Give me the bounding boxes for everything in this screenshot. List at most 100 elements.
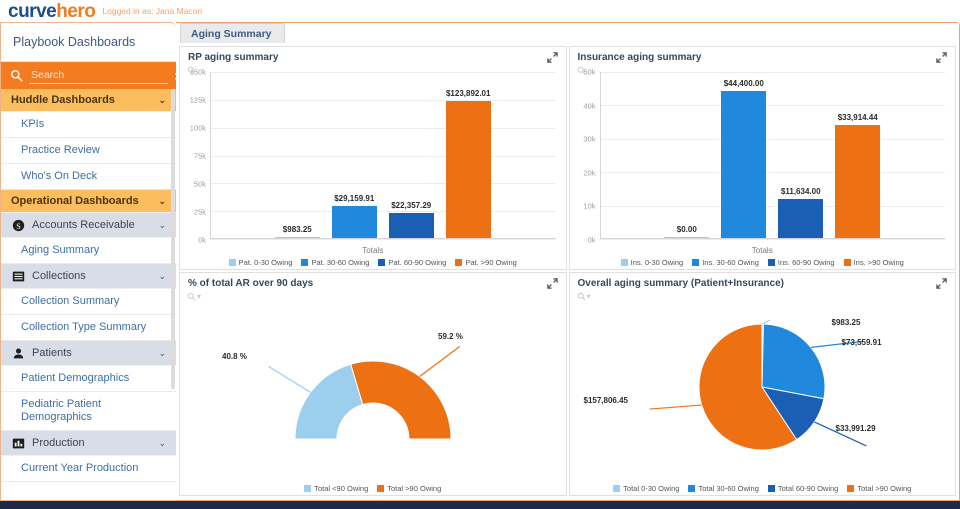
legend-swatch — [621, 259, 628, 266]
sidebar-item-pediatric-patient-demographics[interactable]: Pediatric Patient Demographics — [1, 392, 176, 431]
plot-insurance-aging: 0k10k20k30k40k50k$0.00$44,400.00$11,634.… — [600, 72, 946, 239]
slice-value-label: $33,991.29 — [836, 424, 876, 433]
bar-value-label: $29,159.91 — [334, 194, 374, 203]
dollar-icon: S — [11, 218, 25, 232]
legend-item[interactable]: Total >90 Owing — [847, 484, 911, 493]
sidebar-item-collection-type-summary[interactable]: Collection Type Summary — [1, 315, 176, 341]
bar[interactable]: $11,634.00 — [778, 199, 823, 238]
bar-group: $0.00 $44,400.00 $11,634.00 $33,914.44 — [600, 72, 946, 238]
bar[interactable]: $33,914.44 — [835, 125, 880, 238]
bar[interactable]: $29,159.91 — [332, 206, 377, 238]
sidebar-item-collection-summary[interactable]: Collection Summary — [1, 289, 176, 315]
legend-swatch — [377, 485, 384, 492]
legend-label: Ins. 60-90 Owing — [778, 258, 835, 267]
sidebar: Playbook Dashboards × Huddle Dashboards … — [0, 22, 176, 501]
expand-icon[interactable] — [547, 52, 558, 63]
bar-slot: $33,914.44 — [835, 72, 880, 238]
legend-item[interactable]: Total 60-90 Owing — [768, 484, 838, 493]
legend-item[interactable]: Ins. 60-90 Owing — [768, 258, 835, 267]
legend-item[interactable]: Total 0-30 Owing — [613, 484, 679, 493]
top-bar: curvehero Logged in as: Jana Macon — [0, 0, 960, 22]
legend-item[interactable]: Total <90 Owing — [304, 484, 368, 493]
legend-item[interactable]: Pat. 0-30 Owing — [229, 258, 293, 267]
sidebar-group-operational-dashboards[interactable]: Operational Dashboards ⌄ — [1, 190, 176, 213]
bar-slot: $22,357.29 — [389, 72, 434, 238]
half-donut-chart: Total <90 Owing: 40.8 %Total >90 Owing: … — [193, 321, 553, 453]
sidebar-item-current-year-production[interactable]: Current Year Production — [1, 456, 176, 482]
slice-value-label: $983.25 — [832, 318, 861, 327]
card-header: % of total AR over 90 days — [180, 273, 566, 292]
card-rp-aging-summary: RP aging summary 0k25k50k75k100k125k150k… — [179, 46, 567, 270]
sidebar-item-patient-demographics[interactable]: Patient Demographics — [1, 366, 176, 392]
sidebar-item-whos-on-deck[interactable]: Who's On Deck — [1, 164, 176, 190]
chart-area-overall-pie: Total 0-30 Owing: $983.25Total 30-60 Owi… — [570, 292, 956, 495]
donut-slice[interactable]: Total <90 Owing: 40.8 % — [295, 364, 363, 439]
chart-area-insurance-aging: 0k10k20k30k40k50k$0.00$44,400.00$11,634.… — [570, 66, 956, 269]
bar-slot: $29,159.91 — [332, 72, 377, 238]
legend-item[interactable]: Total >90 Owing — [377, 484, 441, 493]
search-input[interactable] — [29, 68, 168, 84]
legend-item[interactable]: Pat. 30-60 Owing — [301, 258, 369, 267]
sidebar-group-production[interactable]: Production ⌄ — [1, 431, 176, 456]
tab-aging-summary[interactable]: Aging Summary — [180, 23, 285, 43]
x-axis-label: Totals — [180, 246, 566, 255]
donut-slice[interactable]: Total >90 Owing: 59.2 % — [351, 361, 451, 439]
slice-value-label: 40.8 % — [222, 352, 247, 361]
chevron-down-icon: ⌄ — [158, 270, 166, 282]
bar[interactable]: $0.00 — [664, 237, 709, 238]
bar[interactable]: $44,400.00 — [721, 91, 766, 238]
expand-icon[interactable] — [936, 52, 947, 63]
expand-icon[interactable] — [936, 278, 947, 289]
legend-item[interactable]: Total 30-60 Owing — [688, 484, 758, 493]
pie-slice[interactable]: Total 30-60 Owing: $73,559.91 — [762, 324, 825, 399]
bar-group: $983.25 $29,159.91 $22,357.29 $123,892.01 — [210, 72, 556, 238]
search-icon — [10, 69, 23, 82]
y-axis-tick: 30k — [583, 135, 595, 144]
app-logo[interactable]: curvehero — [8, 2, 95, 21]
playbook-dashboards-title: Playbook Dashboards — [1, 23, 176, 62]
chevron-down-icon: ⌄ — [158, 437, 166, 449]
bar[interactable]: $123,892.01 — [446, 101, 491, 238]
slice-value-label: $157,806.45 — [584, 396, 629, 405]
bar[interactable]: $22,357.29 — [389, 213, 434, 238]
pie-chart: Total 0-30 Owing: $983.25Total 30-60 Owi… — [572, 320, 952, 454]
chevron-down-icon: ⌄ — [158, 219, 166, 231]
legend-label: Ins. 30-60 Owing — [702, 258, 759, 267]
sidebar-group-collections[interactable]: Collections ⌄ — [1, 264, 176, 289]
sidebar-group-patients[interactable]: Patients ⌄ — [1, 341, 176, 366]
y-axis-tick: 25k — [194, 207, 206, 216]
sidebar-item-practice-review[interactable]: Practice Review — [1, 138, 176, 164]
half-donut-wrapper: Total <90 Owing: 40.8 %Total >90 Owing: … — [180, 306, 566, 467]
legend-swatch — [455, 259, 462, 266]
legend-item[interactable]: Ins. >90 Owing — [844, 258, 904, 267]
chart-area-rp-aging: 0k25k50k75k100k125k150k$983.25$29,159.91… — [180, 66, 566, 269]
x-axis — [600, 238, 946, 239]
card-title: Insurance aging summary — [578, 52, 702, 63]
sidebar-group-huddle-dashboards[interactable]: Huddle Dashboards ⌄ — [1, 89, 176, 112]
bar-value-label: $123,892.01 — [446, 89, 491, 98]
sidebar-group-accounts-receivable[interactable]: S Accounts Receivable ⌄ — [1, 213, 176, 238]
gridline: 0k — [600, 239, 946, 240]
y-axis-tick: 0k — [588, 236, 596, 245]
sidebar-item-kpis[interactable]: KPIs — [1, 112, 176, 138]
person-icon — [11, 346, 25, 360]
y-axis-tick: 100k — [190, 123, 206, 132]
callout-line — [763, 320, 815, 324]
legend-item[interactable]: Pat. >90 Owing — [455, 258, 517, 267]
bar-slot: $44,400.00 — [721, 72, 766, 238]
legend-item[interactable]: Ins. 30-60 Owing — [692, 258, 759, 267]
pie-wrapper: Total 0-30 Owing: $983.25Total 30-60 Owi… — [570, 306, 956, 467]
legend-label: Pat. 30-60 Owing — [311, 258, 369, 267]
gridline: 0k — [210, 239, 556, 240]
bar[interactable]: $983.25 — [275, 237, 320, 238]
legend-swatch — [304, 485, 311, 492]
legend-label: Ins. 0-30 Owing — [631, 258, 684, 267]
sidebar-scrollbar[interactable] — [171, 89, 175, 389]
legend-label: Total <90 Owing — [314, 484, 368, 493]
sidebar-item-aging-summary[interactable]: Aging Summary — [1, 238, 176, 264]
expand-icon[interactable] — [547, 278, 558, 289]
legend-swatch — [613, 485, 620, 492]
legend-label: Total 0-30 Owing — [623, 484, 679, 493]
legend-item[interactable]: Ins. 0-30 Owing — [621, 258, 684, 267]
legend-item[interactable]: Pat. 60-90 Owing — [378, 258, 446, 267]
